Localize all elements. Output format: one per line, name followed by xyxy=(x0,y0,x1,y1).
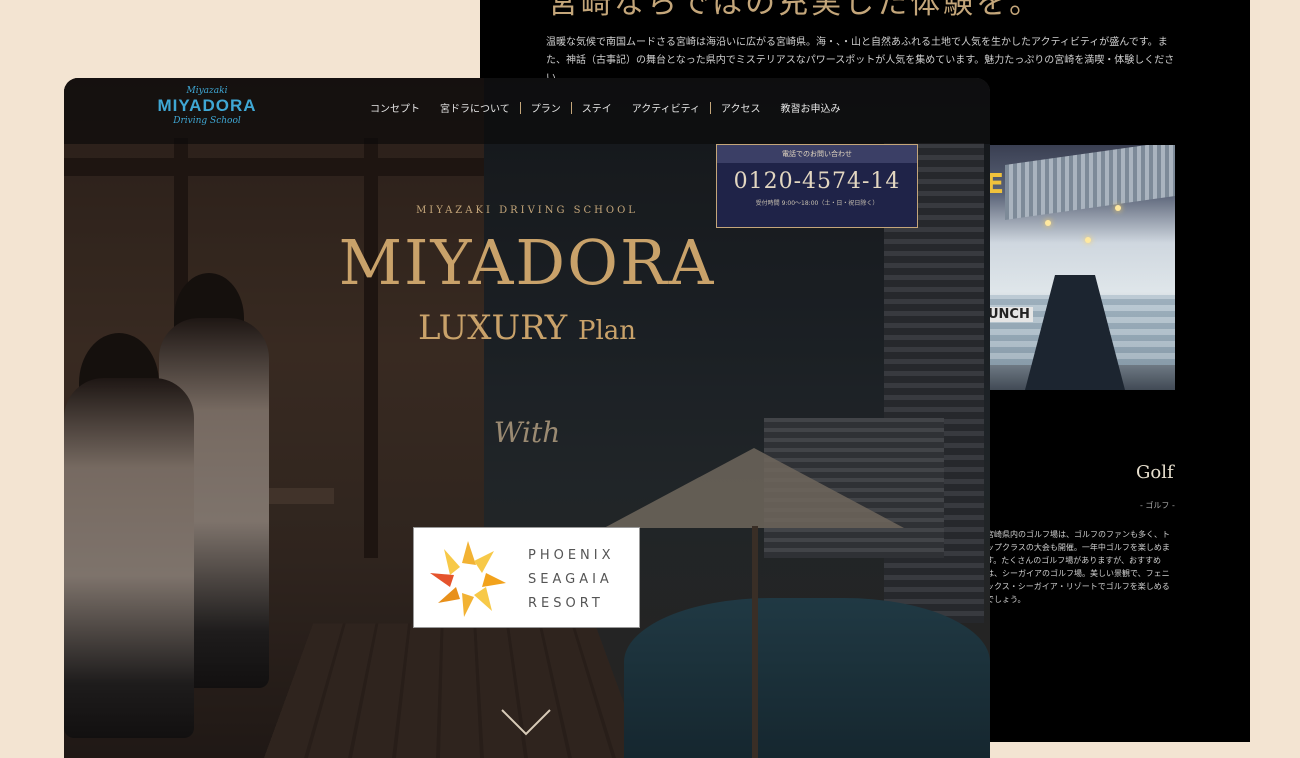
nav-item-about[interactable]: 宮ドラについて xyxy=(430,100,520,115)
chevron-down-icon[interactable] xyxy=(500,708,552,738)
miyadora-logo[interactable]: Miyazaki MIYADORA Driving School xyxy=(152,86,262,136)
light-bulb xyxy=(1045,220,1051,226)
beach-house-photo: E UNCH xyxy=(985,145,1175,390)
a-frame-sign xyxy=(1025,275,1125,390)
partner-name: PHOENIX SEAGAIA RESORT xyxy=(528,544,615,616)
nav-item-stay[interactable]: ステイ xyxy=(572,100,622,115)
golf-subtitle: - ゴルフ - xyxy=(1140,501,1175,510)
nav-menu: コンセプト 宮ドラについて プラン ステイ アクティビティ アクセス 教習お申込… xyxy=(360,100,851,115)
light-bulb xyxy=(1115,205,1121,211)
nav-item-apply[interactable]: 教習お申込み xyxy=(771,100,851,115)
nav-item-plan[interactable]: プラン xyxy=(521,100,571,115)
logo-script-top: Miyazaki xyxy=(186,86,228,96)
phone-number[interactable]: 0120-4574-14 xyxy=(717,169,917,194)
golf-title: Golf xyxy=(1136,462,1174,483)
partner-line-3: RESORT xyxy=(528,596,604,611)
partner-logo-box[interactable]: PHOENIX SEAGAIA RESORT xyxy=(413,527,640,628)
light-bulb xyxy=(1085,237,1091,243)
back-heading: 宮崎ならではの充実した体験を。 xyxy=(548,0,1043,21)
golf-description: 宮崎県内のゴルフ場は、ゴルフのファンも多く、トップクラスの大会も開催。一年中ゴル… xyxy=(986,530,1170,604)
hero-with-text: With xyxy=(493,416,561,449)
hero-title: MIYADORA xyxy=(338,226,716,299)
hero-page-preview: Miyazaki MIYADORA Driving School コンセプト 宮… xyxy=(64,78,990,758)
nav-item-access[interactable]: アクセス xyxy=(711,100,771,115)
hero-subtitle: LUXURY Plan xyxy=(64,308,990,348)
photo-board-text: UNCH xyxy=(985,307,1033,322)
logo-script-bottom: Driving School xyxy=(173,116,241,126)
nav-item-concept[interactable]: コンセプト xyxy=(360,100,430,115)
top-navigation: Miyazaki MIYADORA Driving School コンセプト 宮… xyxy=(64,78,990,144)
logo-main-text: MIYADORA xyxy=(157,96,257,115)
nav-item-activity[interactable]: アクティビティ xyxy=(622,100,710,115)
hero-subtitle-small: Plan xyxy=(577,316,637,346)
phoenix-seagaia-logo-icon xyxy=(430,541,506,617)
partner-line-1: PHOENIX xyxy=(528,548,615,563)
contact-header: 電話でのお問い合わせ xyxy=(717,145,917,163)
hero-kicker: MIYAZAKI DRIVING SCHOOL xyxy=(416,205,638,216)
hero-subtitle-main: LUXURY xyxy=(417,308,568,348)
roof-shape xyxy=(1005,145,1175,220)
partner-line-2: SEAGAIA xyxy=(528,572,613,587)
